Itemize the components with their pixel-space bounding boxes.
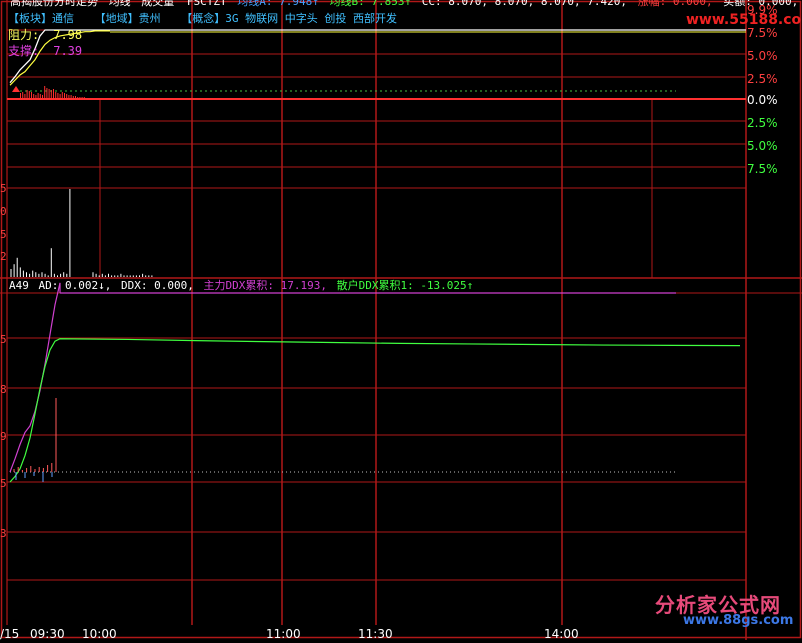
mini-bar [33, 94, 35, 98]
mini-bar [77, 97, 79, 98]
left-axis-label: 8 [0, 383, 7, 396]
sector-key: 【板块】 [8, 12, 52, 25]
mini-bar [39, 94, 41, 98]
left-axis-label: 5 [0, 182, 7, 195]
avg-line-label: 均线 [108, 0, 131, 8]
region-key: 【地域】 [94, 12, 139, 25]
cc-values: CC: 8.070, 8.070, 8.070, 7.420, [421, 0, 628, 8]
ad-stat: AD: 0.002↓, [38, 279, 112, 292]
mini-bar [57, 93, 59, 98]
chart-frame [0, 0, 802, 639]
percent-axis-label: 5.0% [747, 139, 778, 153]
mini-bar [35, 95, 37, 98]
mini-bar [50, 90, 52, 98]
time-axis-label: 11:00 [266, 627, 301, 641]
mini-bar [26, 90, 28, 98]
mini-bar [79, 97, 81, 98]
mini-bar [64, 93, 65, 98]
left-axis-label: 3 [0, 527, 7, 540]
mini-bar [44, 86, 46, 98]
percent-axis-label: 7.5% [747, 162, 778, 176]
time-axis-label: 10:00 [82, 627, 117, 641]
left-axis-label: 0 [0, 205, 7, 218]
resistance-label: 阻力: [8, 28, 40, 42]
change-stat: 涨幅: 0.000, [637, 0, 713, 8]
chart-header: 高揭股份分时走势 均线 成交量 FSCTZT 均线A: 7.948↑ 均线B: … [10, 0, 798, 8]
mini-bar [46, 88, 48, 98]
mini-bar [37, 93, 39, 98]
formula-code: FSCTZT [186, 0, 227, 8]
watermark-top: www.55188.com [686, 12, 802, 28]
support-label: 支撑: [8, 44, 40, 58]
percent-axis-label: 0.0% [747, 93, 778, 107]
mini-bar [48, 89, 50, 98]
mini-bar [72, 96, 74, 98]
mini-bar [59, 94, 61, 98]
retail-ddx-line [9, 338, 741, 483]
percent-axis-label: 7.5% [747, 26, 778, 40]
mini-bar [24, 94, 26, 98]
volume-label: 成交量 [141, 0, 175, 8]
percent-axis-label: 2.5% [747, 116, 778, 130]
mini-bar [20, 93, 21, 98]
mini-bar [75, 96, 76, 98]
main-ddx-stat: 主力DDX累积: 17.193, [203, 279, 327, 292]
left-axis-label: 5 [0, 228, 7, 241]
left-axis-label: 9 [0, 430, 7, 443]
support-value: 7.39 [53, 44, 83, 58]
chart-title: 高揭股份分时走势 [10, 0, 98, 8]
left-axis-label: 2 [0, 250, 7, 263]
retail-ddx-stat: 散户DDX累积1: -13.025↑ [336, 279, 474, 292]
mini-bar [53, 89, 54, 98]
mini-bar [68, 95, 70, 98]
mini-bar [81, 97, 83, 98]
time-axis-label: 14:00 [544, 627, 579, 641]
resistance-value: 7.98 [53, 28, 83, 42]
mini-bar [61, 92, 63, 98]
stat-avg-a: 均线A: 7.948↑ [237, 0, 319, 8]
ddx-header: A49 AD: 0.002↓, DDX: 0.000, 主力DDX累积: 17.… [9, 280, 473, 292]
percent-axis-label: 2.5% [747, 72, 778, 86]
concept-key: 【概念】 [181, 12, 226, 25]
stat-avg-b: 均线B: 7.853↑ [329, 0, 412, 8]
chart-canvas [0, 0, 802, 640]
intraday-chart: 高揭股份分时走势 均线 成交量 FSCTZT 均线A: 7.948↑ 均线B: … [0, 0, 802, 641]
mini-bar [22, 92, 24, 98]
region-value: 贵州 [138, 12, 161, 25]
up-arrow-marker [12, 86, 20, 92]
support-level: 支撑: 7.39 [8, 45, 82, 57]
mini-bar [55, 92, 57, 98]
mini-bar [31, 92, 32, 98]
stock-tags: 【板块】通信 【地域】贵州 【概念】3G 物联网 中字头 创投 西部开发 [8, 13, 397, 25]
time-axis-label: 11:30 [358, 627, 393, 641]
main-ddx-line [9, 282, 61, 473]
percent-axis-label: 5.0% [747, 49, 778, 63]
time-axis-label: /15 [0, 627, 20, 641]
ddx-stat: DDX: 0.000, [120, 279, 194, 292]
mini-bar [42, 95, 43, 98]
mini-bar [66, 94, 68, 98]
watermark-url: www.88gs.com [683, 613, 794, 628]
time-axis-label: 09:30 [30, 627, 65, 641]
concept-value: 3G 物联网 中字头 创投 西部开发 [225, 12, 397, 25]
resistance-level: 阻力: 7.98 [8, 29, 82, 41]
mini-bar [70, 95, 72, 98]
mini-bar [28, 91, 30, 98]
ddx-code: A49 [9, 279, 29, 292]
sector-value: 通信 [52, 12, 74, 25]
left-axis-label: 5 [0, 477, 7, 490]
mini-bar [83, 97, 85, 98]
left-axis-label: 5 [0, 333, 7, 346]
